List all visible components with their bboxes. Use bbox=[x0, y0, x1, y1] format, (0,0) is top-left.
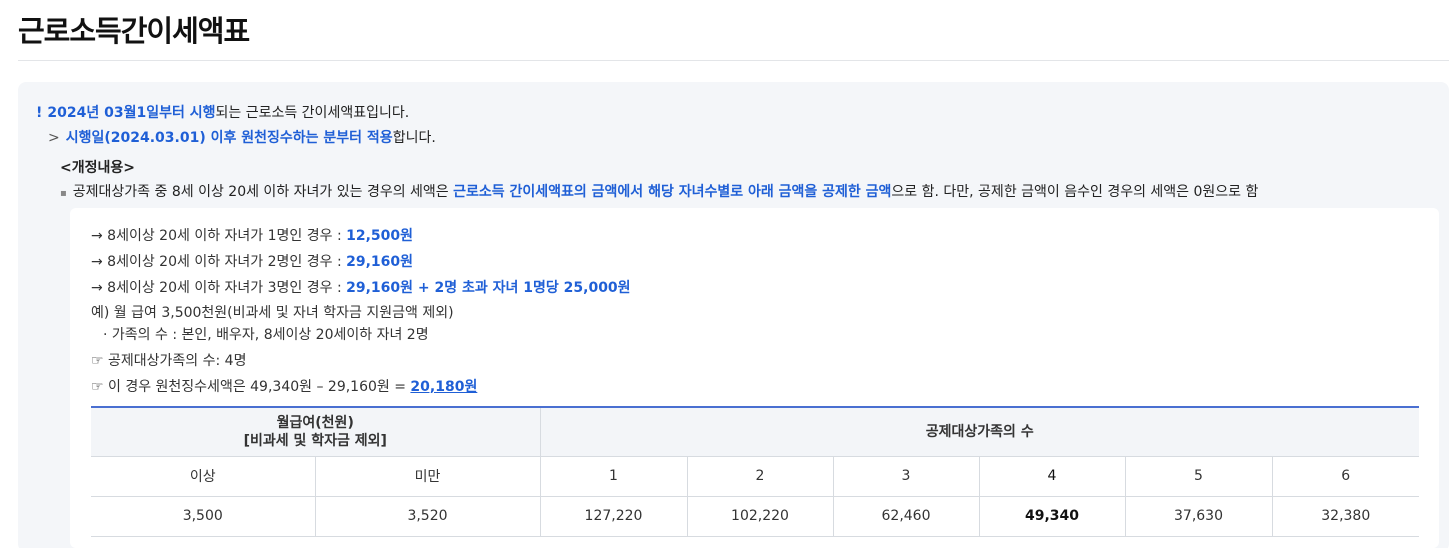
salary-header: 월급여(천원) [비과세 및 학자금 제외] bbox=[91, 406, 541, 457]
deduction-amount: 12,500원 bbox=[346, 228, 414, 244]
bullet-icon: ▪ bbox=[60, 188, 67, 199]
revision-suffix: 으로 함. 다만, 공제한 금액이 음수인 경우의 세액은 0원으로 함 bbox=[891, 184, 1259, 200]
table-cell: 127,220 bbox=[539, 495, 688, 537]
table-cell-highlight: 49,340 bbox=[978, 495, 1126, 537]
subheader-family-4: 4 bbox=[978, 455, 1126, 497]
deduction-line-3: → 8세이상 20세 이하 자녀가 3명인 경우 : 29,160원 + 2명 … bbox=[91, 277, 631, 297]
effective-date-highlight: 2024년 03월1일부터 시행 bbox=[47, 105, 216, 121]
deduction-amount: 29,160원 + 2명 초과 자녀 1명당 25,000원 bbox=[346, 280, 631, 296]
revision-highlight: 근로소득 간이세액표의 금액에서 해당 자녀수별로 아래 금액을 공제한 금액 bbox=[453, 184, 892, 200]
revision-section-title: <개정내용> bbox=[60, 160, 135, 176]
subheader-family-3: 3 bbox=[832, 455, 980, 497]
table-cell: 3,500 bbox=[91, 495, 316, 537]
table-cell: 32,380 bbox=[1271, 495, 1419, 537]
page-title: 근로소득간이세액표 bbox=[18, 14, 250, 48]
table-cell: 62,460 bbox=[832, 495, 980, 537]
example-panel: → 8세이상 20세 이하 자녀가 1명인 경우 : 12,500원 → 8세이… bbox=[70, 208, 1439, 548]
table-cell: 37,630 bbox=[1124, 495, 1273, 537]
subheader-family-6: 6 bbox=[1271, 455, 1419, 497]
chevron-right-icon: > bbox=[48, 130, 60, 146]
notice-effective-date: ! 2024년 03월1일부터 시행되는 근로소득 간이세액표입니다. bbox=[36, 102, 409, 122]
subheader-family-1: 1 bbox=[539, 455, 688, 497]
subheader-family-5: 5 bbox=[1124, 455, 1273, 497]
example-result: ☞ 이 경우 원천징수세액은 49,340원 – 29,160원 = 20,18… bbox=[91, 376, 477, 396]
table-cell: 3,520 bbox=[314, 495, 541, 537]
subheader-max: 미만 bbox=[314, 455, 541, 497]
example-result-amount-link[interactable]: 20,180원 bbox=[410, 379, 477, 395]
table-header-row: 월급여(천원) [비과세 및 학자금 제외] 공제대상가족의 수 bbox=[91, 406, 1419, 457]
salary-header-line1: 월급여(천원) bbox=[276, 414, 354, 431]
example-salary: 예) 월 급여 3,500천원(비과세 및 자녀 학자금 지원금액 제외) bbox=[91, 305, 454, 321]
table-subheader-row: 이상 미만 1 2 3 4 5 6 bbox=[91, 455, 1419, 497]
revision-description: ▪ 공제대상가족 중 8세 이상 20세 이하 자녀가 있는 경우의 세액은 근로… bbox=[60, 181, 1258, 201]
exclamation-icon: ! bbox=[36, 105, 43, 121]
subheader-min: 이상 bbox=[91, 455, 316, 497]
apply-from-text: 합니다. bbox=[392, 130, 436, 146]
table-cell: 102,220 bbox=[686, 495, 834, 537]
deduction-line-2: → 8세이상 20세 이하 자녀가 2명인 경우 : 29,160원 bbox=[91, 251, 413, 271]
salary-header-line2: [비과세 및 학자금 제외] bbox=[243, 432, 387, 449]
family-count-header: 공제대상가족의 수 bbox=[539, 406, 1419, 457]
apply-from-highlight: 시행일(2024.03.01) 이후 원천징수하는 분부터 적용 bbox=[65, 130, 393, 146]
notice-apply-from: > 시행일(2024.03.01) 이후 원천징수하는 분부터 적용합니다. bbox=[48, 127, 436, 147]
deduction-line-1: → 8세이상 20세 이하 자녀가 1명인 경우 : 12,500원 bbox=[91, 225, 413, 245]
deduction-label: → 8세이상 20세 이하 자녀가 1명인 경우 : bbox=[91, 228, 347, 244]
deduction-label: → 8세이상 20세 이하 자녀가 2명인 경우 : bbox=[91, 254, 347, 270]
example-family: · 가족의 수 : 본인, 배우자, 8세이상 20세이하 자녀 2명 bbox=[103, 327, 429, 343]
title-divider bbox=[18, 60, 1449, 61]
deduction-amount: 29,160원 bbox=[346, 254, 414, 270]
example-result-text: ☞ 이 경우 원천징수세액은 49,340원 – 29,160원 = bbox=[91, 379, 411, 395]
subheader-family-2: 2 bbox=[686, 455, 834, 497]
effective-date-text: 되는 근로소득 간이세액표입니다. bbox=[215, 105, 410, 121]
example-family-count: ☞ 공제대상가족의 수: 4명 bbox=[91, 353, 247, 369]
tax-table: 월급여(천원) [비과세 및 학자금 제외] 공제대상가족의 수 이상 미만 1… bbox=[91, 406, 1419, 537]
revision-prefix: 공제대상가족 중 8세 이상 20세 이하 자녀가 있는 경우의 세액은 bbox=[72, 184, 454, 200]
table-row: 3,500 3,520 127,220 102,220 62,460 49,34… bbox=[91, 495, 1419, 537]
deduction-label: → 8세이상 20세 이하 자녀가 3명인 경우 : bbox=[91, 280, 347, 296]
